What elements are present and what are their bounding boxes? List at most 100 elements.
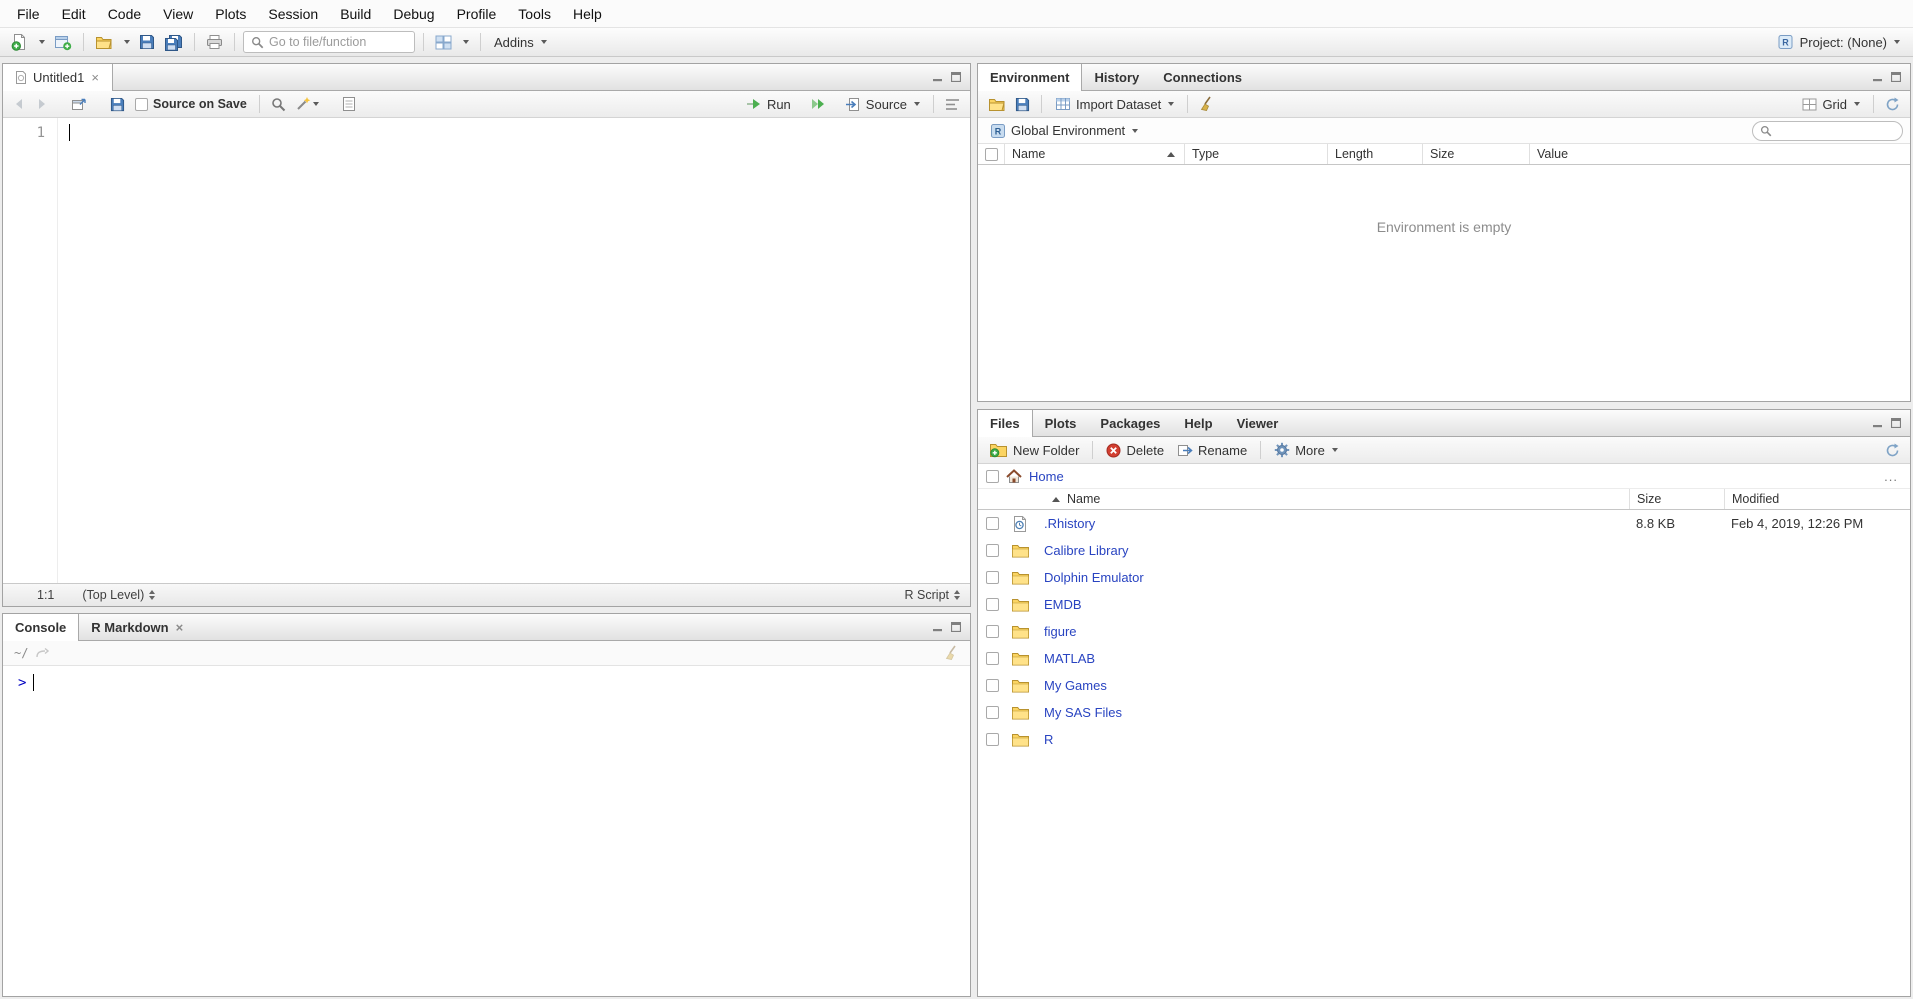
save-workspace-icon[interactable] xyxy=(1012,95,1033,114)
tab-environment[interactable]: Environment xyxy=(978,64,1082,91)
panes-dropdown[interactable] xyxy=(458,38,472,46)
file-checkbox[interactable] xyxy=(986,517,999,530)
save-icon[interactable] xyxy=(136,32,158,52)
select-all-checkbox[interactable] xyxy=(985,148,998,161)
refresh-icon[interactable] xyxy=(1882,441,1903,460)
tab-files[interactable]: Files xyxy=(978,410,1033,437)
delete-button[interactable]: Delete xyxy=(1101,441,1169,460)
file-link[interactable]: EMDB xyxy=(1044,597,1082,612)
file-checkbox[interactable] xyxy=(986,706,999,719)
grid-view-button[interactable]: Grid xyxy=(1797,95,1865,114)
clear-console-icon[interactable] xyxy=(941,643,963,663)
column-header-name[interactable]: Name xyxy=(1040,489,1629,509)
addins-button[interactable]: Addins xyxy=(489,33,552,52)
column-header-type[interactable]: Type xyxy=(1184,144,1327,164)
file-row[interactable]: My Games xyxy=(978,672,1910,699)
file-type-selector[interactable]: R Script xyxy=(905,588,960,602)
maximize-panel-icon[interactable] xyxy=(1891,418,1901,428)
tab-untitled1[interactable]: Untitled1 × xyxy=(3,64,113,91)
file-link[interactable]: MATLAB xyxy=(1044,651,1095,666)
file-row[interactable]: .Rhistory 8.8 KB Feb 4, 2019, 12:26 PM xyxy=(978,510,1910,537)
file-checkbox[interactable] xyxy=(986,598,999,611)
cursor-position[interactable]: 1:1 xyxy=(37,588,54,602)
console-output[interactable]: > xyxy=(3,666,970,996)
tab-r-markdown[interactable]: R Markdown × xyxy=(79,614,196,640)
rerun-icon[interactable] xyxy=(807,95,829,113)
file-link[interactable]: figure xyxy=(1044,624,1077,639)
open-file-icon[interactable] xyxy=(92,33,116,52)
menu-item-plots[interactable]: Plots xyxy=(204,2,257,26)
source-button[interactable]: Source xyxy=(840,95,925,114)
file-row[interactable]: My SAS Files xyxy=(978,699,1910,726)
file-checkbox[interactable] xyxy=(986,544,999,557)
file-link[interactable]: .Rhistory xyxy=(1044,516,1095,531)
file-row[interactable]: MATLAB xyxy=(978,645,1910,672)
refresh-icon[interactable] xyxy=(1882,95,1903,114)
print-icon[interactable] xyxy=(203,32,226,52)
column-header-size[interactable]: Size xyxy=(1629,489,1724,509)
more-button[interactable]: More xyxy=(1269,440,1343,460)
code-tools-icon[interactable] xyxy=(292,94,322,114)
minimize-panel-icon[interactable] xyxy=(1873,418,1883,428)
tab-plots[interactable]: Plots xyxy=(1033,410,1089,436)
maximize-panel-icon[interactable] xyxy=(951,622,961,632)
tab-console[interactable]: Console xyxy=(3,614,79,641)
file-link[interactable]: R xyxy=(1044,732,1053,747)
menu-item-code[interactable]: Code xyxy=(97,2,152,26)
file-checkbox[interactable] xyxy=(986,571,999,584)
open-in-new-window-icon[interactable] xyxy=(68,95,90,113)
menu-item-help[interactable]: Help xyxy=(562,2,613,26)
forward-icon[interactable] xyxy=(32,96,51,112)
run-button[interactable]: Run xyxy=(741,95,796,114)
menu-item-file[interactable]: File xyxy=(6,2,51,26)
tab-packages[interactable]: Packages xyxy=(1088,410,1172,436)
tab-help[interactable]: Help xyxy=(1172,410,1224,436)
import-dataset-button[interactable]: Import Dataset xyxy=(1050,95,1179,114)
tab-history[interactable]: History xyxy=(1082,64,1151,90)
rename-button[interactable]: Rename xyxy=(1172,441,1252,460)
close-icon[interactable]: × xyxy=(175,621,185,634)
new-file-icon[interactable] xyxy=(8,31,31,53)
breadcrumb-home-link[interactable]: Home xyxy=(1029,469,1064,484)
menu-item-debug[interactable]: Debug xyxy=(382,2,445,26)
menu-item-edit[interactable]: Edit xyxy=(51,2,97,26)
menu-item-profile[interactable]: Profile xyxy=(446,2,508,26)
file-row[interactable]: Calibre Library xyxy=(978,537,1910,564)
menu-item-tools[interactable]: Tools xyxy=(507,2,562,26)
minimize-panel-icon[interactable] xyxy=(1873,72,1883,82)
file-checkbox[interactable] xyxy=(986,679,999,692)
document-outline-icon[interactable] xyxy=(942,96,963,113)
tab-connections[interactable]: Connections xyxy=(1151,64,1254,90)
column-header-length[interactable]: Length xyxy=(1327,144,1422,164)
file-checkbox[interactable] xyxy=(986,733,999,746)
project-selector[interactable]: R Project: (None) xyxy=(1772,32,1905,52)
goto-working-directory-icon[interactable] xyxy=(33,646,52,661)
close-icon[interactable]: × xyxy=(90,71,100,84)
code-area[interactable] xyxy=(58,118,970,583)
new-folder-button[interactable]: New Folder xyxy=(985,441,1084,460)
maximize-panel-icon[interactable] xyxy=(1891,72,1901,82)
file-row[interactable]: R xyxy=(978,726,1910,753)
menu-item-view[interactable]: View xyxy=(152,2,204,26)
compile-report-icon[interactable] xyxy=(339,94,359,114)
breadcrumb-overflow-button[interactable]: ... xyxy=(1880,469,1902,484)
file-link[interactable]: My SAS Files xyxy=(1044,705,1122,720)
goto-file-input[interactable] xyxy=(269,35,407,49)
find-replace-icon[interactable] xyxy=(268,95,289,114)
file-row[interactable]: EMDB xyxy=(978,591,1910,618)
save-all-icon[interactable] xyxy=(161,32,186,53)
source-on-save-checkbox[interactable]: Source on Save xyxy=(131,97,251,111)
tab-viewer[interactable]: Viewer xyxy=(1225,410,1291,436)
file-checkbox[interactable] xyxy=(986,652,999,665)
minimize-panel-icon[interactable] xyxy=(933,72,943,82)
new-project-icon[interactable] xyxy=(51,31,75,53)
file-link[interactable]: Calibre Library xyxy=(1044,543,1129,558)
file-link[interactable]: Dolphin Emulator xyxy=(1044,570,1144,585)
select-all-checkbox[interactable] xyxy=(986,470,999,483)
column-header-value[interactable]: Value xyxy=(1529,144,1910,164)
file-row[interactable]: Dolphin Emulator xyxy=(978,564,1910,591)
column-header-modified[interactable]: Modified xyxy=(1724,489,1910,509)
open-file-dropdown[interactable] xyxy=(119,38,133,46)
file-checkbox[interactable] xyxy=(986,625,999,638)
menu-item-build[interactable]: Build xyxy=(329,2,382,26)
